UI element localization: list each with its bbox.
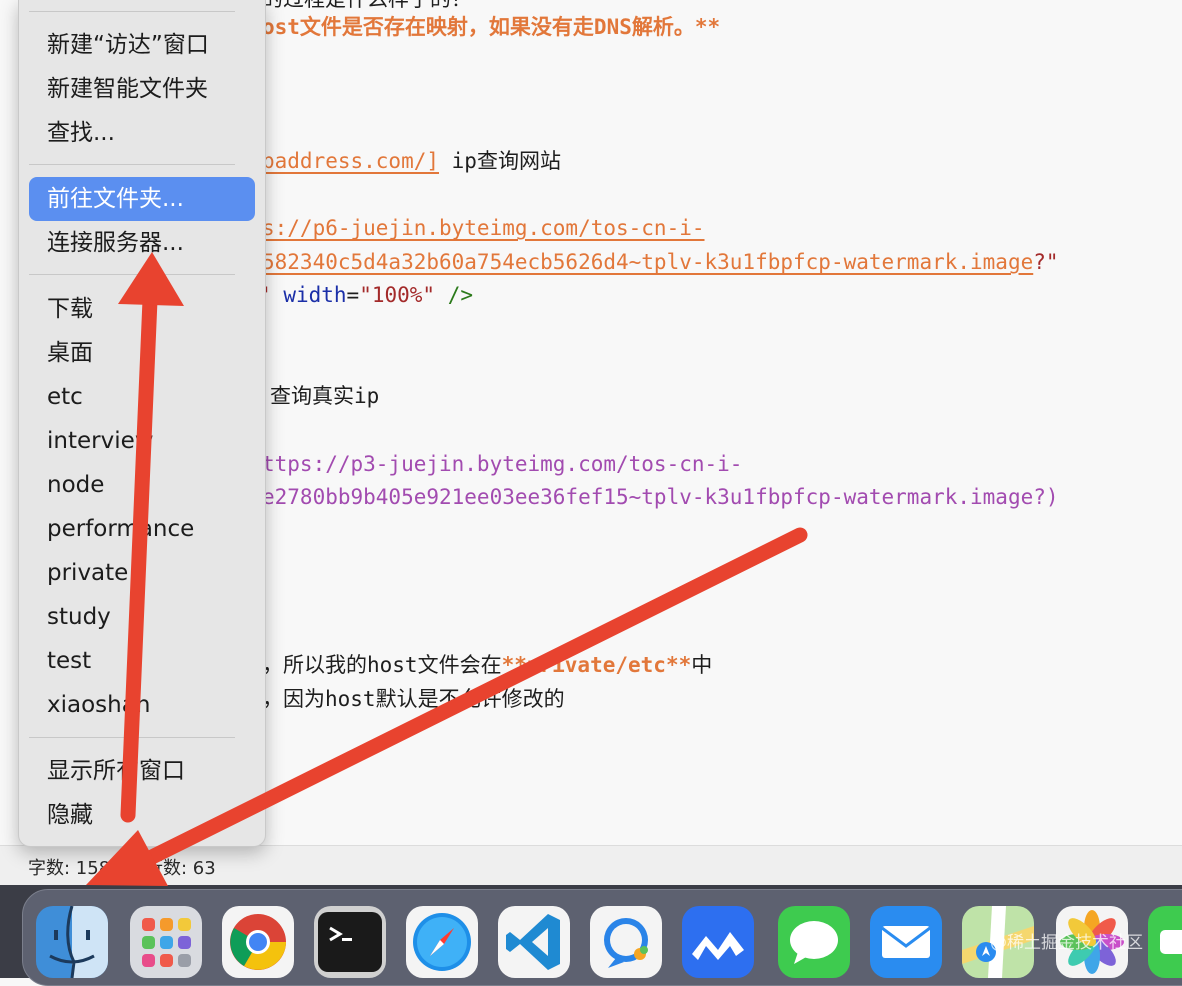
- menu-item-etc[interactable]: etc: [29, 375, 255, 419]
- line-count: 行数: 63: [145, 858, 216, 879]
- menu-separator: [29, 737, 235, 738]
- menu-item-connect-to-server[interactable]: 连接服务器...: [29, 221, 255, 265]
- editor-line: ttps://p3-juejin.byteimg.com/tos-cn-i-: [262, 452, 743, 476]
- menu-item-new-smart-folder[interactable]: 新建智能文件夹: [29, 67, 255, 111]
- editor-line: ，所以我的host文件会在**private/etc**中: [262, 650, 712, 680]
- menu-item-xiaoshan[interactable]: xiaoshan: [29, 683, 255, 727]
- vscode-icon[interactable]: [498, 906, 570, 978]
- menu-item-performance[interactable]: performance: [29, 507, 255, 551]
- menu-item-show-all-windows[interactable]: 显示所有窗口: [29, 749, 255, 793]
- menu-item-test[interactable]: test: [29, 639, 255, 683]
- editor-bold: **private/etc**: [501, 653, 692, 677]
- status-bar: 字数: 1584 行数: 63: [0, 845, 1182, 886]
- editor-line: ost文件是否存在映射，如果没有走DNS解析。**: [262, 15, 721, 39]
- editor-link[interactable]: paddress.com/]: [262, 149, 439, 173]
- editor-tag-close: />: [435, 283, 473, 307]
- chat-app-icon[interactable]: [590, 906, 662, 978]
- editor-eq: =: [346, 283, 360, 307]
- menu-item-private[interactable]: private: [29, 551, 255, 595]
- lark-icon[interactable]: [682, 906, 754, 978]
- editor-link[interactable]: s://p6-juejin.byteimg.com/tos-cn-i-: [262, 216, 705, 240]
- menu-item-hide[interactable]: 隐藏: [29, 793, 255, 837]
- messages-icon[interactable]: [778, 906, 850, 978]
- menu-item-go-to-folder[interactable]: 前往文件夹...: [29, 177, 255, 221]
- editor-line: 582340c5d4a32b60a754ecb5626d4~tplv-k3u1f…: [262, 247, 1059, 277]
- dock-context-menu: 新建“访达”窗口 新建智能文件夹 查找... 前往文件夹... 连接服务器...…: [18, 0, 266, 847]
- editor-line: paddress.com/] ip查询网站: [262, 146, 561, 176]
- editor-text: ?": [1033, 250, 1059, 274]
- finder-icon[interactable]: [36, 906, 108, 978]
- editor-text: 中: [691, 653, 713, 677]
- menu-item-interview[interactable]: interview: [29, 419, 255, 463]
- terminal-icon[interactable]: [314, 906, 386, 978]
- menu-item-find[interactable]: 查找...: [29, 111, 255, 155]
- menu-separator: [29, 274, 235, 275]
- chrome-icon[interactable]: [222, 906, 294, 978]
- editor-line: 查询真实ip: [270, 384, 380, 408]
- editor-line: " width="100%" />: [258, 280, 473, 310]
- editor-link[interactable]: 582340c5d4a32b60a754ecb5626d4~tplv-k3u1f…: [262, 250, 1033, 274]
- menu-item-new-finder-window[interactable]: 新建“访达”窗口: [29, 23, 255, 67]
- launchpad-icon[interactable]: [130, 906, 202, 978]
- editor-line: ，因为host默认是不允许修改的: [262, 687, 565, 711]
- watermark: @稀土掘金技术社区: [990, 933, 1143, 953]
- facetime-icon[interactable]: [1148, 906, 1182, 978]
- word-count: 字数: 1584: [28, 858, 122, 879]
- menu-item-node[interactable]: node: [29, 463, 255, 507]
- menu-item-study[interactable]: study: [29, 595, 255, 639]
- editor-value: "100%": [359, 283, 436, 307]
- mail-icon[interactable]: [870, 906, 942, 978]
- editor-text: ip查询网站: [439, 149, 561, 173]
- menu-item-downloads[interactable]: 下载: [29, 287, 255, 331]
- menu-separator: [29, 11, 235, 12]
- safari-icon[interactable]: [406, 906, 478, 978]
- menu-separator: [29, 164, 235, 165]
- editor-attr: width: [283, 283, 347, 307]
- editor-line: s://p6-juejin.byteimg.com/tos-cn-i-: [262, 213, 705, 243]
- editor-line: e2780bb9b405e921ee03ee36fef15~tplv-k3u1f…: [262, 485, 1059, 509]
- editor-text: ，所以我的host文件会在: [262, 653, 502, 677]
- menu-item-desktop[interactable]: 桌面: [29, 331, 255, 375]
